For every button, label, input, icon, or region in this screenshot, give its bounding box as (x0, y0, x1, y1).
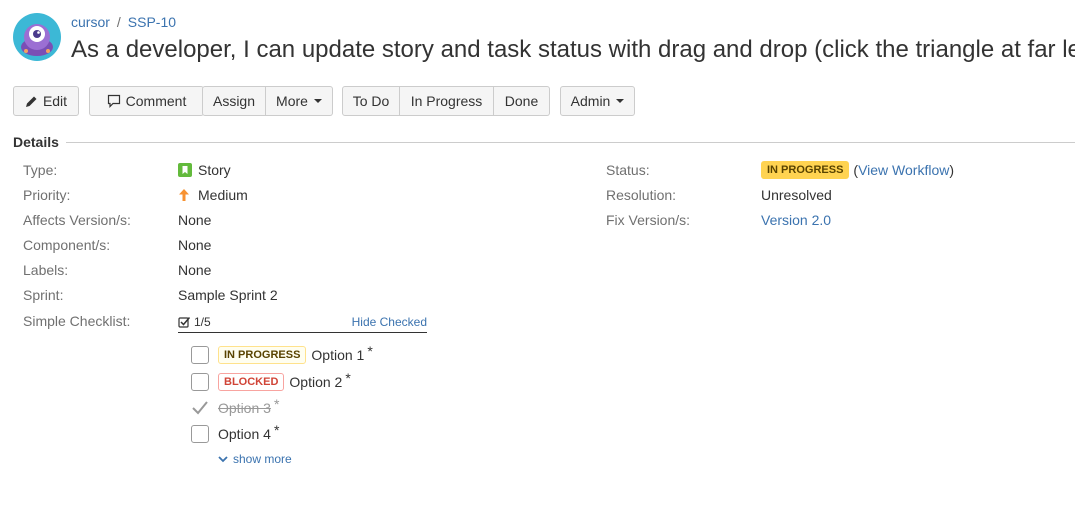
sprint-label: Sprint: (23, 287, 64, 303)
mandatory-star-icon: * (367, 343, 373, 359)
status-value: IN PROGRESS (View Workflow) (761, 161, 954, 179)
priority-up-arrow-icon (178, 188, 190, 202)
issue-title[interactable]: As a developer, I can update story and t… (71, 35, 1075, 65)
checklist-item[interactable]: IN PROGRESS Option 1 * (191, 343, 373, 365)
checklist-progress-text: 1/5 (194, 315, 211, 329)
breadcrumb-issue-link[interactable]: SSP-10 (128, 14, 176, 30)
sprint-value[interactable]: Sample Sprint 2 (178, 287, 278, 303)
chevron-down-icon (218, 455, 228, 463)
details-divider (66, 142, 1075, 143)
hide-checked-link[interactable]: Hide Checked (352, 315, 427, 329)
checkmark-icon[interactable] (191, 399, 209, 417)
todo-button[interactable]: To Do (342, 86, 400, 116)
priority-value-text: Medium (198, 187, 248, 203)
resolution-value: Unresolved (761, 187, 832, 203)
edit-button[interactable]: Edit (13, 86, 79, 116)
checklist-item-status-badge: IN PROGRESS (218, 346, 307, 364)
type-value: Story (178, 162, 231, 178)
checklist-item[interactable]: Option 4 * (191, 422, 280, 444)
priority-value: Medium (178, 187, 248, 203)
mandatory-star-icon: * (273, 422, 280, 438)
checklist-checkbox[interactable] (191, 373, 209, 391)
view-workflow-link[interactable]: View Workflow (858, 162, 949, 178)
affects-version-label: Affects Version/s: (23, 212, 131, 228)
breadcrumb: cursor / SSP-10 (71, 14, 176, 30)
admin-button[interactable]: Admin (560, 86, 635, 116)
chevron-down-icon (313, 99, 322, 103)
assign-button[interactable]: Assign (202, 86, 266, 116)
simple-checklist-label: Simple Checklist: (23, 313, 131, 329)
checklist-checkbox[interactable] (191, 346, 209, 364)
pencil-icon (25, 95, 38, 108)
fix-version-value: Version 2.0 (761, 212, 831, 228)
comment-button[interactable]: Comment (89, 86, 204, 116)
breadcrumb-separator: / (116, 14, 121, 30)
checklist-item-text[interactable]: Option 2 (289, 374, 342, 390)
status-label: Status: (606, 162, 650, 178)
priority-label: Priority: (23, 187, 71, 203)
component-label: Component/s: (23, 237, 111, 253)
checklist-checkbox[interactable] (191, 425, 209, 443)
project-avatar[interactable] (13, 13, 61, 61)
checklist-progress: 1/5 (178, 315, 211, 329)
checklist-item-text[interactable]: Option 4 (218, 426, 271, 442)
view-workflow-close-paren: ) (949, 162, 955, 178)
more-button-label: More (276, 93, 308, 109)
show-more-label: show more (233, 452, 292, 466)
story-icon (178, 163, 192, 177)
checklist-item-text[interactable]: Option 3 (218, 400, 271, 416)
resolution-label: Resolution: (606, 187, 677, 203)
component-value: None (178, 237, 212, 253)
show-more-link[interactable]: show more (218, 452, 292, 466)
in-progress-button[interactable]: In Progress (400, 86, 494, 116)
chevron-down-icon (616, 99, 625, 103)
comment-icon (107, 94, 121, 108)
fix-version-label: Fix Version/s: (606, 212, 691, 228)
type-label: Type: (23, 162, 58, 178)
status-badge: IN PROGRESS (761, 161, 850, 179)
edit-button-label: Edit (42, 93, 68, 109)
fix-version-link[interactable]: Version 2.0 (761, 212, 831, 228)
labels-label: Labels: (23, 262, 69, 278)
checklist-item[interactable]: BLOCKED Option 2 * (191, 370, 351, 392)
mandatory-star-icon: * (273, 396, 280, 412)
admin-button-label: Admin (570, 93, 611, 109)
mandatory-star-icon: * (345, 370, 351, 386)
alien-avatar-icon (13, 13, 61, 61)
affects-version-value: None (178, 212, 212, 228)
labels-value: None (178, 262, 212, 278)
checklist-item-status-badge: BLOCKED (218, 373, 285, 391)
checklist-item-text[interactable]: Option 1 (311, 347, 364, 363)
more-button[interactable]: More (266, 86, 333, 116)
done-button[interactable]: Done (494, 86, 550, 116)
checklist-item[interactable]: Option 3 * (191, 396, 280, 418)
details-heading[interactable]: Details (13, 134, 59, 150)
comment-button-label: Comment (125, 93, 187, 109)
type-value-text: Story (198, 162, 231, 178)
breadcrumb-project-link[interactable]: cursor (71, 14, 110, 30)
checklist-checkbox-icon (178, 316, 191, 329)
checklist-header: 1/5 Hide Checked (178, 314, 427, 333)
